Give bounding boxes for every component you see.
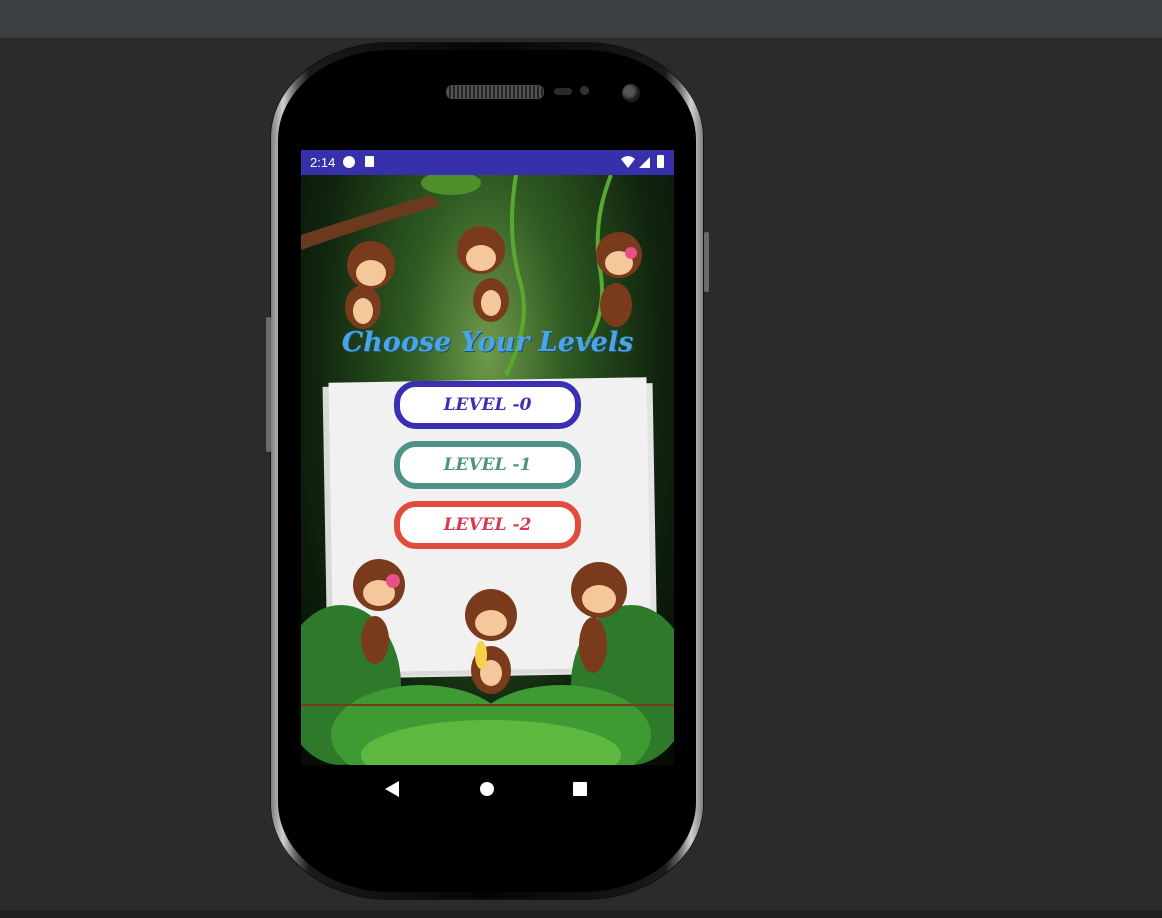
- status-bar: 2:14: [301, 150, 674, 175]
- front-camera-icon: [622, 84, 640, 102]
- sd-card-icon: [365, 156, 374, 167]
- emulator-bottom-edge: [0, 910, 1162, 918]
- emulator-toolbar: [0, 0, 1162, 38]
- recents-icon[interactable]: [573, 782, 587, 796]
- power-button[interactable]: [266, 317, 271, 452]
- light-sensor: [580, 86, 589, 95]
- volume-button[interactable]: [704, 232, 709, 292]
- navigation-bar: [301, 765, 674, 815]
- proximity-sensor: [554, 88, 572, 95]
- game-notification-icon: [343, 156, 355, 168]
- jungle-foliage-illustration: [301, 559, 674, 765]
- back-icon[interactable]: [385, 781, 399, 797]
- status-time: 2:14: [310, 155, 336, 170]
- home-icon[interactable]: [480, 782, 494, 796]
- signal-icon: [639, 157, 650, 171]
- level-2-button[interactable]: LEVEL -2: [394, 501, 581, 549]
- phone-screen: 2:14 Choose Your Levels LEVEL -0 LEVEL -…: [301, 150, 674, 815]
- level-0-button[interactable]: LEVEL -0: [394, 381, 581, 429]
- level-1-button[interactable]: LEVEL -1: [394, 441, 581, 489]
- earpiece-speaker: [446, 85, 544, 99]
- level-select-screen: Choose Your Levels LEVEL -0 LEVEL -1 LEV…: [301, 175, 674, 765]
- page-title: Choose Your Levels: [341, 327, 634, 358]
- wifi-icon: [621, 156, 635, 171]
- battery-icon: [657, 155, 664, 168]
